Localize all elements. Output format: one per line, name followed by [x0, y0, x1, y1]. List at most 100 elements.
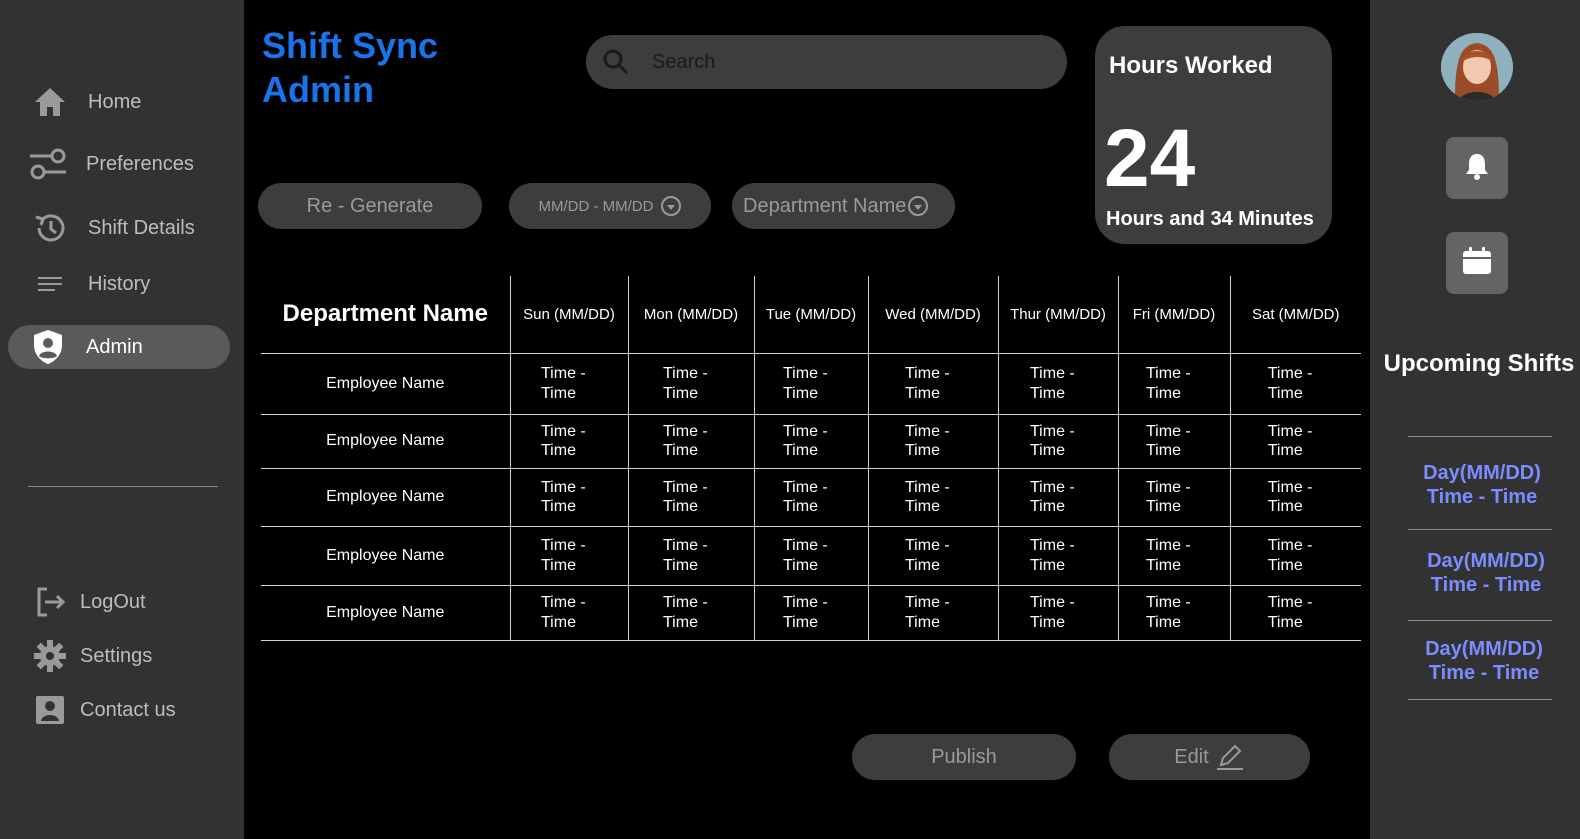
- shift-cell[interactable]: Time - Time: [627, 585, 754, 640]
- shift-time-text: Time - Time: [663, 422, 708, 459]
- publish-button[interactable]: Publish: [852, 734, 1076, 780]
- upcoming-shift-item[interactable]: Day(MM/DD) Time - Time: [1374, 549, 1580, 597]
- sidebar-item-home[interactable]: Home: [8, 80, 230, 124]
- shift-cell[interactable]: Time - Time: [509, 414, 628, 468]
- table-row: Employee Name Time - Time Time - Time Time …: [261, 468, 1361, 526]
- employee-name-cell: Employee Name: [326, 374, 445, 392]
- sidebar-item-label: LogOut: [80, 590, 146, 613]
- shift-cell[interactable]: Time - Time: [867, 414, 998, 468]
- sidebar-item-preferences[interactable]: Preferences: [8, 142, 230, 186]
- contact-us-button[interactable]: Contact us: [8, 688, 230, 732]
- shift-cell[interactable]: Time - Time: [509, 585, 628, 640]
- shift-cell[interactable]: Time - Time: [997, 585, 1118, 640]
- shift-cell[interactable]: Time - Time: [627, 468, 754, 526]
- shift-time-text: Time - Time: [663, 478, 708, 515]
- shift-cell[interactable]: Time - Time: [1229, 526, 1361, 585]
- regenerate-button[interactable]: Re - Generate: [258, 183, 482, 229]
- shift-cell[interactable]: Time - Time: [1117, 353, 1230, 414]
- shift-day: Day(MM/DD): [1425, 638, 1543, 660]
- history-clock-icon: [30, 208, 70, 248]
- shift-cell[interactable]: Time - Time: [753, 414, 868, 468]
- shift-cell[interactable]: Time - Time: [867, 585, 998, 640]
- shift-time-text: Time - Time: [541, 594, 586, 631]
- shift-time: Time - Time: [1426, 486, 1538, 508]
- shift-cell[interactable]: Time - Time: [753, 526, 868, 585]
- shift-cell[interactable]: Time - Time: [997, 468, 1118, 526]
- shift-cell[interactable]: Time - Time: [627, 353, 754, 414]
- shift-cell[interactable]: Time - Time: [997, 526, 1118, 585]
- shift-cell[interactable]: Time - Time: [509, 526, 628, 585]
- shift-time-text: Time - Time: [1146, 594, 1191, 631]
- shift-day: Day(MM/DD): [1427, 550, 1545, 572]
- hours-worked-value: 24: [1104, 113, 1196, 204]
- divider: [1408, 620, 1552, 621]
- left-sidebar: Home Preferences Shift Details History A…: [0, 0, 244, 839]
- shift-cell[interactable]: Time - Time: [867, 526, 998, 585]
- app-title-line2: Admin: [262, 69, 374, 111]
- shift-cell[interactable]: Time - Time: [753, 468, 868, 526]
- sidebar-item-label: Home: [88, 90, 142, 113]
- shift-cell[interactable]: Time - Time: [1117, 585, 1230, 640]
- sidebar-item-shift-details[interactable]: Shift Details: [8, 206, 230, 250]
- gear-icon: [30, 636, 70, 676]
- shift-cell[interactable]: Time - Time: [997, 353, 1118, 414]
- calendar-button[interactable]: [1446, 232, 1508, 294]
- shift-cell[interactable]: Time - Time: [1229, 353, 1361, 414]
- shift-cell[interactable]: Time - Time: [867, 468, 998, 526]
- notifications-button[interactable]: [1446, 137, 1508, 199]
- shift-time-text: Time - Time: [541, 478, 586, 515]
- shift-time-text: Time - Time: [905, 537, 950, 574]
- shift-time-text: Time - Time: [541, 422, 586, 459]
- header-day: Tue (MM/DD): [753, 276, 868, 353]
- sidebar-item-admin[interactable]: Admin: [8, 325, 230, 369]
- shift-time-text: Time - Time: [1146, 422, 1191, 459]
- bell-icon: [1464, 152, 1490, 185]
- table-row: Employee Name Time - Time Time - Time Time …: [261, 353, 1361, 414]
- upcoming-shift-item[interactable]: Day(MM/DD) Time - Time: [1370, 461, 1580, 509]
- shift-time-text: Time - Time: [663, 594, 708, 631]
- header-day: Mon (MM/DD): [627, 276, 754, 353]
- shift-time-text: Time - Time: [541, 537, 586, 574]
- date-range-select[interactable]: MM/DD - MM/DD: [509, 183, 711, 229]
- sidebar-item-label: Shift Details: [88, 216, 195, 239]
- shift-cell[interactable]: Time - Time: [1117, 414, 1230, 468]
- search-bar[interactable]: [586, 35, 1067, 89]
- shift-day: Day(MM/DD): [1423, 462, 1541, 484]
- shift-cell[interactable]: Time - Time: [627, 526, 754, 585]
- shift-cell[interactable]: Time - Time: [1229, 468, 1361, 526]
- shift-cell[interactable]: Time - Time: [867, 353, 998, 414]
- contact-icon: [30, 690, 70, 730]
- shift-time-text: Time - Time: [1030, 594, 1075, 631]
- shift-cell[interactable]: Time - Time: [1117, 468, 1230, 526]
- shift-time-text: Time - Time: [1267, 478, 1313, 515]
- department-select[interactable]: Department Name: [732, 183, 955, 229]
- shift-cell[interactable]: Time - Time: [753, 585, 868, 640]
- search-input[interactable]: [652, 50, 1032, 74]
- sidebar-item-label: Contact us: [80, 698, 176, 721]
- app-title-line1: Shift Sync: [262, 25, 439, 66]
- shift-time-text: Time - Time: [541, 365, 586, 402]
- logout-button[interactable]: LogOut: [8, 580, 230, 624]
- shift-time-text: Time - Time: [783, 537, 828, 574]
- shift-time-text: Time - Time: [1146, 478, 1191, 515]
- shift-cell[interactable]: Time - Time: [753, 353, 868, 414]
- shift-cell[interactable]: Time - Time: [509, 468, 628, 526]
- edit-button[interactable]: Edit: [1109, 734, 1310, 780]
- settings-button[interactable]: Settings: [8, 634, 230, 678]
- shift-time-text: Time - Time: [905, 478, 950, 515]
- shift-cell[interactable]: Time - Time: [627, 414, 754, 468]
- logout-icon: [30, 582, 70, 622]
- department-value: Department Name: [743, 194, 907, 217]
- shift-time-text: Time - Time: [1030, 537, 1075, 574]
- divider: [1408, 699, 1552, 700]
- avatar[interactable]: [1441, 33, 1513, 101]
- shift-time-text: Time - Time: [1146, 365, 1191, 402]
- shift-cell[interactable]: Time - Time: [1117, 526, 1230, 585]
- shift-cell[interactable]: Time - Time: [1229, 585, 1361, 640]
- shift-cell[interactable]: Time - Time: [1229, 414, 1361, 468]
- shift-cell[interactable]: Time - Time: [509, 353, 628, 414]
- sidebar-item-history[interactable]: History: [8, 262, 230, 306]
- employee-name-cell: Employee Name: [326, 546, 445, 564]
- upcoming-shift-item[interactable]: Day(MM/DD) Time - Time: [1372, 637, 1580, 685]
- shift-cell[interactable]: Time - Time: [997, 414, 1118, 468]
